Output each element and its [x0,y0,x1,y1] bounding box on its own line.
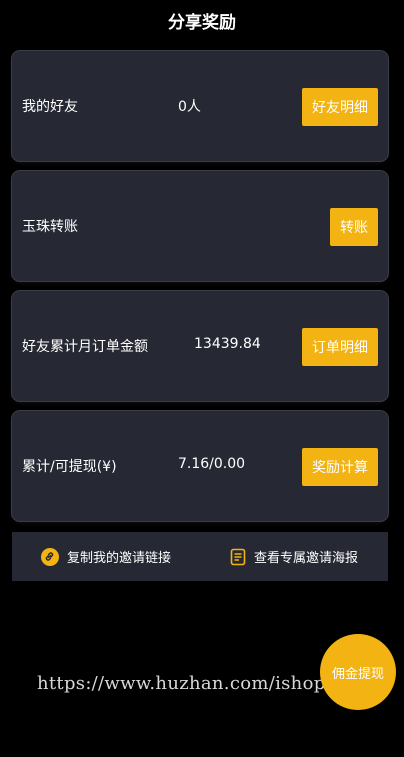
invite-links-bar: 复制我的邀请链接 查看专属邀请海报 [12,532,388,581]
withdraw-value: 7.16/0.00 [178,456,246,472]
withdraw-commission-button[interactable]: 佣金提现 [320,634,396,710]
friend-details-button[interactable]: 好友明细 [302,88,378,126]
order-amount-value: 13439.84 [194,336,261,352]
withdraw-label: 累计/可提现(¥) [22,459,117,475]
view-poster-label: 查看专属邀请海报 [253,551,358,566]
copy-invite-link[interactable]: 复制我的邀请链接 [12,547,200,566]
friends-count: 0人 [178,99,201,115]
withdraw-card: 累计/可提现(¥) 7.16/0.00 奖励计算 [12,411,388,521]
order-details-button[interactable]: 订单明细 [302,328,378,366]
view-invite-poster[interactable]: 查看专属邀请海报 [200,547,388,566]
link-icon [40,547,59,566]
friends-label: 我的好友 [22,99,78,115]
friends-card: 我的好友 0人 好友明细 [12,51,388,161]
order-amount-card: 好友累计月订单金额 13439.84 订单明细 [12,291,388,401]
poster-icon [230,548,246,566]
page-title: 分享奖励 [168,13,236,33]
transfer-card: 玉珠转账 转账 [12,171,388,281]
transfer-label: 玉珠转账 [22,219,78,235]
order-amount-label: 好友累计月订单金额 [22,339,148,355]
copy-invite-label: 复制我的邀请链接 [66,551,171,566]
transfer-button[interactable]: 转账 [330,208,378,246]
reward-calc-button[interactable]: 奖励计算 [302,448,378,486]
